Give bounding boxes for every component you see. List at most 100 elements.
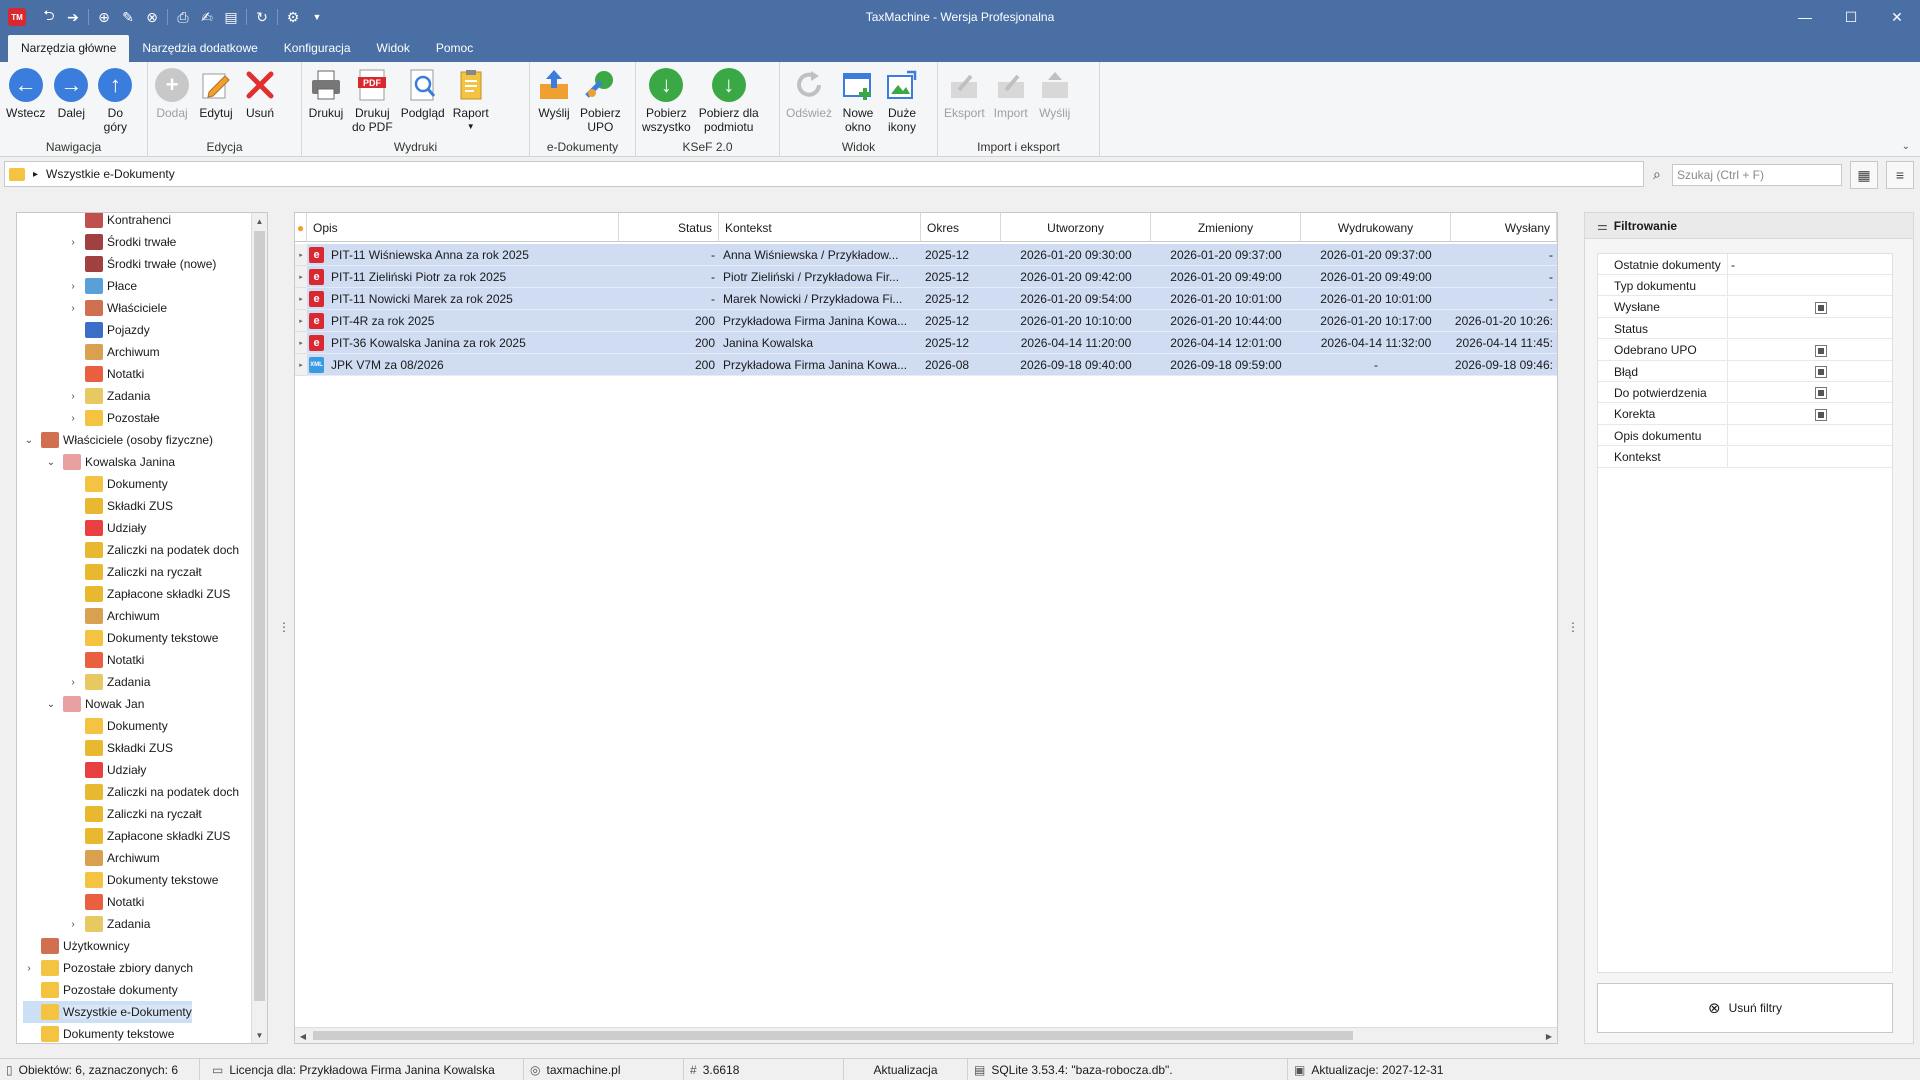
tree-item[interactable]: Archiwum (67, 605, 160, 627)
tree-item[interactable]: Pozostałe dokumenty (23, 979, 178, 1001)
col-wyslany[interactable]: Wysłany (1451, 213, 1557, 242)
print-icon[interactable]: ⎙ (174, 8, 192, 26)
tree-item[interactable]: Dokumenty tekstowe (23, 1023, 174, 1043)
tree-item[interactable]: › Pozostałe (67, 407, 160, 429)
tree-item[interactable]: Dokumenty tekstowe (67, 627, 218, 649)
tree-item[interactable]: Dokumenty tekstowe (67, 869, 218, 891)
filter-row[interactable]: Błąd (1598, 361, 1892, 382)
table-row[interactable]: ▸ e PIT-36 Kowalska Janina za rok 2025 200 J… (295, 332, 1557, 354)
tree-item[interactable]: Pojazdy (67, 319, 150, 341)
scroll-left-icon[interactable]: ◀ (295, 1028, 311, 1043)
delete-circle-icon[interactable]: ⊗ (143, 8, 161, 26)
table-row[interactable]: ▸ e PIT-4R za rok 2025 200 Przykładowa Firma… (295, 310, 1557, 332)
row-indicator-icon[interactable]: ▸ (295, 354, 307, 376)
tree-item[interactable]: Zaliczki na podatek doch (67, 781, 239, 803)
tree-item[interactable]: › Zadania (67, 913, 150, 935)
tree-item[interactable]: › Pozostałe zbiory danych (23, 957, 193, 979)
filter-value[interactable]: - (1731, 254, 1735, 275)
scrollbar-thumb[interactable] (254, 231, 265, 1001)
expand-icon[interactable]: › (67, 237, 79, 248)
tree-item[interactable]: Zaliczki na ryczałt (67, 561, 202, 583)
tree-item[interactable]: › Zadania (67, 385, 150, 407)
tree-item[interactable]: Notatki (67, 891, 144, 913)
row-indicator-icon[interactable]: ▸ (295, 244, 307, 266)
col-okres[interactable]: Okres (921, 213, 1001, 242)
table-row[interactable]: ▸ e PIT-11 Nowicki Marek za rok 2025- Marek… (295, 288, 1557, 310)
tree-item[interactable]: › Płace (67, 275, 137, 297)
collapse-icon[interactable]: ⌄ (45, 457, 57, 468)
right-splitter[interactable]: ⋮ (1567, 620, 1579, 634)
status-website-link[interactable]: ◎ taxmachine.pl (524, 1059, 684, 1080)
filter-row[interactable]: Korekta (1598, 403, 1892, 425)
tree-item[interactable]: Dokumenty (67, 715, 168, 737)
filter-checkbox[interactable] (1815, 301, 1827, 314)
expand-icon[interactable]: › (67, 413, 79, 424)
expand-icon[interactable]: › (67, 281, 79, 292)
filter-row[interactable]: Ostatnie dokumenty - (1598, 254, 1892, 275)
row-indicator-icon[interactable]: ▸ (295, 266, 307, 288)
tree-item[interactable]: › Środki trwałe (67, 231, 176, 253)
table-row[interactable]: ▸ e PIT-11 Zieliński Piotr za rok 2025- Pio… (295, 266, 1557, 288)
col-opis[interactable]: Opis (307, 213, 619, 242)
chevron-right-icon[interactable]: ▸ (33, 169, 38, 180)
tree-item[interactable]: Użytkownicy (23, 935, 130, 957)
filter-row[interactable]: Opis dokumentu (1598, 425, 1892, 447)
row-indicator-icon[interactable]: ▸ (295, 310, 307, 332)
collapse-icon[interactable]: ⌄ (23, 435, 35, 446)
tree-item[interactable]: ⌄ Właściciele (osoby fizyczne) (23, 429, 213, 451)
table-row[interactable]: ▸ XML JPK V7M za 08/2026 200 Przykładowa Fir… (295, 354, 1557, 376)
tree-scrollbar[interactable]: ▲ ▼ (251, 213, 267, 1043)
row-indicator-icon[interactable]: ▸ (295, 288, 307, 310)
expand-icon[interactable]: › (67, 677, 79, 688)
tree-item[interactable]: Środki trwałe (nowe) (67, 253, 216, 275)
search-input[interactable]: Szukaj (Ctrl + F) (1672, 164, 1842, 186)
tab-narzedzia-dodatkowe[interactable]: Narzędzia dodatkowe (129, 35, 270, 62)
expand-icon[interactable]: › (67, 303, 79, 314)
minimize-icon[interactable]: — (1782, 0, 1828, 34)
status-update-button[interactable]: Aktualizacja (844, 1059, 968, 1080)
grid-view-button[interactable]: ▦ (1850, 161, 1878, 189)
filter-row[interactable]: Odebrano UPO (1598, 339, 1892, 361)
tree-item[interactable]: › Właściciele (67, 297, 167, 319)
edit-pencil-icon[interactable]: ✎ (119, 8, 137, 26)
clear-filters-button[interactable]: ⊗ Usuń filtry (1597, 983, 1893, 1033)
preview-icon[interactable]: ▤ (222, 8, 240, 26)
breadcrumb[interactable]: ▸ Wszystkie e-Dokumenty (4, 161, 1644, 187)
filter-toggle-button[interactable]: ≡ (1886, 161, 1914, 189)
scrollbar-thumb[interactable] (313, 1031, 1353, 1040)
expand-icon[interactable]: › (67, 391, 79, 402)
tree-item[interactable]: Zaliczki na podatek doch (67, 539, 239, 561)
tab-pomoc[interactable]: Pomoc (423, 35, 486, 62)
col-status[interactable]: Status (619, 213, 719, 242)
tree-item[interactable]: Składki ZUS (67, 495, 173, 517)
expand-icon[interactable]: › (67, 919, 79, 930)
scroll-down-icon[interactable]: ▼ (252, 1027, 267, 1043)
filter-row[interactable]: Kontekst (1598, 446, 1892, 468)
tree-item[interactable]: Składki ZUS (67, 737, 173, 759)
col-utworzony[interactable]: Utworzony (1001, 213, 1151, 242)
filter-row[interactable]: Do potwierdzenia (1598, 382, 1892, 404)
grid-horizontal-scrollbar[interactable]: ◀ ▶ (295, 1027, 1557, 1043)
tree-item[interactable]: Zapłacone składki ZUS (67, 583, 230, 605)
tree-item[interactable]: Archiwum (67, 847, 160, 869)
tree-item[interactable]: ⌄ Kowalska Janina (45, 451, 175, 473)
back-circle-icon[interactable]: ⮌ (40, 7, 58, 26)
tree-item[interactable]: Zaliczki na ryczałt (67, 803, 202, 825)
pdf-edit-icon[interactable]: ✍ (198, 8, 216, 26)
row-indicator-icon[interactable]: ▸ (295, 332, 307, 354)
collapse-icon[interactable]: ⌄ (45, 699, 57, 710)
ribbon-collapse-icon[interactable]: ⌄ (1902, 141, 1910, 152)
scroll-up-icon[interactable]: ▲ (252, 213, 267, 229)
table-row[interactable]: ▸ e PIT-11 Wiśniewska Anna za rok 2025- Ann… (295, 244, 1557, 266)
add-circle-icon[interactable]: ⊕ (95, 8, 113, 26)
expand-icon[interactable]: › (23, 963, 35, 974)
filter-checkbox[interactable] (1815, 366, 1827, 378)
tree-item[interactable]: Notatki (67, 649, 144, 671)
tree-item[interactable]: Archiwum (67, 341, 160, 363)
col-zmieniony[interactable]: Zmieniony (1151, 213, 1301, 242)
close-icon[interactable]: ✕ (1874, 0, 1920, 34)
col-wydrukowany[interactable]: Wydrukowany (1301, 213, 1451, 242)
filter-checkbox[interactable] (1815, 408, 1827, 421)
tab-narzedzia-glowne[interactable]: Narzędzia główne (8, 35, 130, 62)
tab-konfiguracja[interactable]: Konfiguracja (271, 35, 364, 62)
